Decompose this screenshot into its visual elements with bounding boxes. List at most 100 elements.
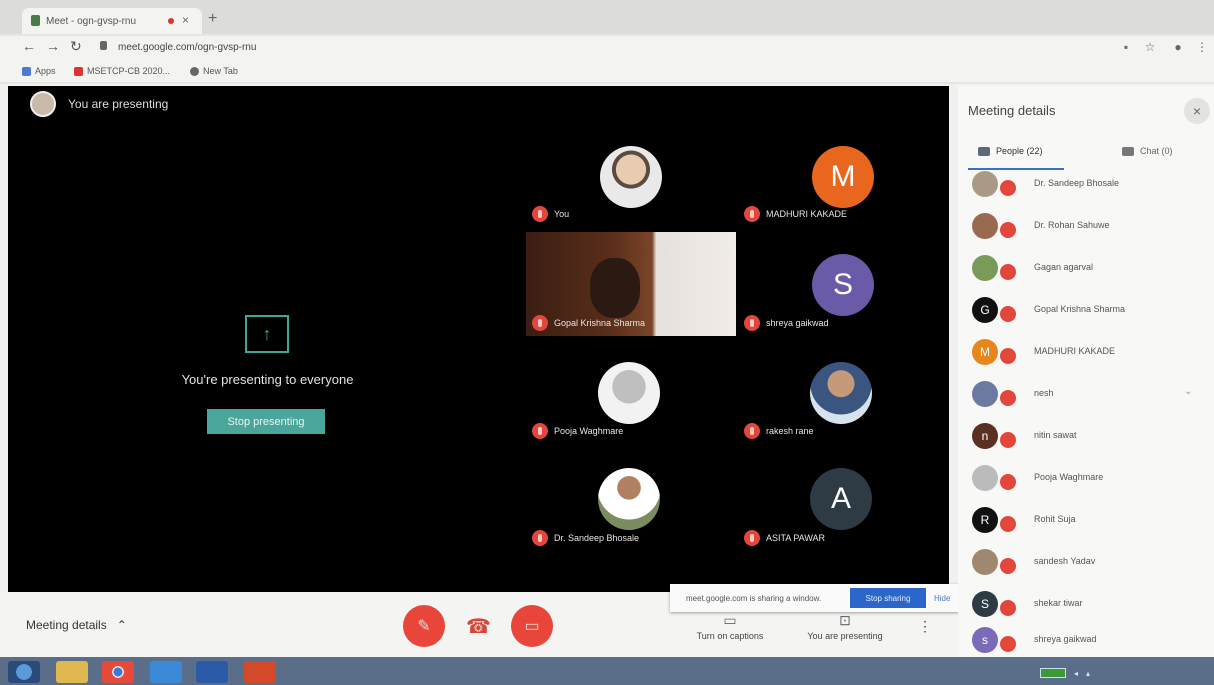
- captions-button[interactable]: ▭ Turn on captions: [680, 612, 780, 641]
- meeting-details-toggle[interactable]: Meeting details ⌃: [26, 618, 127, 632]
- list-item[interactable]: n nitin sawat: [972, 420, 1202, 454]
- participant-name: You: [554, 209, 570, 219]
- word-icon[interactable]: [196, 661, 228, 683]
- tab-chat[interactable]: Chat (0): [1122, 146, 1173, 156]
- bookmark-icon: [74, 66, 83, 76]
- hide-link[interactable]: Hide: [934, 594, 950, 603]
- back-icon[interactable]: ←: [22, 38, 36, 54]
- close-icon[interactable]: ×: [1184, 98, 1210, 124]
- presenting-message: You're presenting to everyone: [181, 372, 354, 387]
- list-item[interactable]: sandesh Yadav: [972, 546, 1202, 580]
- mic-off-icon: [1000, 306, 1016, 322]
- participant-tile-label: rakesh rane: [744, 423, 814, 439]
- mic-off-icon: [1000, 516, 1016, 532]
- mic-off-icon: [744, 206, 760, 222]
- participant-avatar: S: [812, 254, 874, 316]
- system-tray[interactable]: ◂ ▴: [1040, 664, 1210, 682]
- more-options-icon[interactable]: ⋮: [918, 618, 932, 635]
- bookmark-new-tab[interactable]: New Tab: [190, 66, 238, 76]
- list-item[interactable]: Gagan agarval: [972, 252, 1202, 286]
- video-person: [590, 258, 640, 318]
- browser-tab[interactable]: Meet - ogn-gvsp-rnu ×: [22, 8, 202, 34]
- stop-sharing-button[interactable]: Stop sharing: [850, 588, 926, 608]
- participant-tile-label: shreya gaikwad: [744, 315, 829, 331]
- sharing-message: meet.google.com is sharing a window.: [686, 594, 822, 603]
- list-item[interactable]: s shreya gaikwad: [972, 624, 1202, 658]
- close-tab-icon[interactable]: ×: [182, 13, 189, 27]
- mic-off-icon: [1000, 264, 1016, 280]
- mic-off-icon: [1000, 222, 1016, 238]
- person-name: Gagan agarval: [1034, 262, 1094, 272]
- list-item[interactable]: G Gopal Krishna Sharma: [972, 294, 1202, 328]
- start-icon[interactable]: [8, 661, 40, 683]
- profile-icon[interactable]: ●: [1172, 40, 1184, 54]
- participant-tile-label: ASITA PAWAR: [744, 530, 825, 546]
- camera-icon[interactable]: ▪: [1120, 40, 1132, 54]
- list-item[interactable]: S shekar tiwar: [972, 588, 1202, 622]
- participant-tile-label: Gopal Krishna Sharma: [532, 315, 645, 331]
- participant-tile-label: You: [532, 206, 569, 222]
- participant-tile-label: MADHURI KAKADE: [744, 206, 847, 222]
- person-name: nitin sawat: [1034, 430, 1077, 440]
- globe-icon: [190, 66, 199, 76]
- powerpoint-icon[interactable]: [244, 661, 276, 683]
- presenting-button-label: You are presenting: [807, 631, 883, 641]
- avatar-letter: M: [830, 160, 856, 193]
- forward-icon[interactable]: →: [46, 38, 60, 54]
- mic-off-icon: [744, 423, 760, 439]
- mic-off-icon: [532, 315, 548, 331]
- mic-off-icon: [1000, 348, 1016, 364]
- camera-toggle-button[interactable]: ▭: [511, 605, 553, 647]
- apps-icon: [22, 66, 31, 76]
- battery-icon: [1040, 668, 1066, 678]
- avatar-letter: A: [830, 482, 851, 515]
- menu-icon[interactable]: ⋮: [1196, 40, 1208, 54]
- participant-avatar: A: [810, 468, 872, 530]
- avatar-letter: S: [832, 268, 853, 301]
- avatar: [972, 213, 998, 239]
- list-item[interactable]: R Rohit Suja: [972, 504, 1202, 538]
- person-name: nesh: [1034, 388, 1054, 398]
- chrome-icon[interactable]: [102, 661, 134, 683]
- mic-off-icon: [744, 315, 760, 331]
- avatar: R: [972, 507, 998, 533]
- mic-off-icon: ✎: [417, 618, 431, 635]
- list-item[interactable]: nesh ⌄: [972, 378, 1202, 412]
- mic-off-icon: [1000, 390, 1016, 406]
- stop-presenting-button[interactable]: Stop presenting: [207, 409, 325, 434]
- panel-title: Meeting details: [968, 103, 1056, 118]
- recording-indicator-icon: [168, 18, 174, 24]
- reload-icon[interactable]: ↻: [70, 38, 82, 55]
- list-item[interactable]: M MADHURI KAKADE: [972, 336, 1202, 370]
- new-tab-icon[interactable]: +: [208, 10, 217, 28]
- participant-name: shreya gaikwad: [766, 318, 829, 328]
- edge-icon[interactable]: [150, 661, 182, 683]
- end-call-icon[interactable]: ☎: [466, 614, 491, 639]
- star-icon[interactable]: ☆: [1144, 40, 1156, 54]
- avatar: S: [972, 591, 998, 617]
- avatar: [972, 549, 998, 575]
- mic-off-icon: [532, 206, 548, 222]
- chevron-down-icon[interactable]: ⌄: [1184, 386, 1192, 397]
- list-item[interactable]: Dr. Sandeep Bhosale: [972, 168, 1202, 202]
- participant-avatar: [598, 468, 660, 530]
- mic-off-icon: [1000, 474, 1016, 490]
- mic-off-icon: [744, 530, 760, 546]
- presenting-button[interactable]: ⊡ You are presenting: [800, 612, 890, 641]
- camera-off-icon: ▭: [524, 618, 540, 635]
- file-explorer-icon[interactable]: [56, 661, 88, 683]
- address-bar[interactable]: meet.google.com/ogn-gvsp-rnu: [100, 39, 1100, 57]
- window-controls[interactable]: [1128, 6, 1208, 22]
- volume-icon: ◂: [1074, 668, 1079, 678]
- avatar: [972, 465, 998, 491]
- tab-people[interactable]: People (22): [978, 146, 1043, 156]
- list-item[interactable]: Dr. Rohan Sahuwe: [972, 210, 1202, 244]
- list-item[interactable]: Pooja Waghmare: [972, 462, 1202, 496]
- bookmark-msetcp[interactable]: MSETCP-CB 2020...: [74, 66, 170, 76]
- mic-toggle-button[interactable]: ✎: [403, 605, 445, 647]
- mic-off-icon: [1000, 600, 1016, 616]
- avatar: n: [972, 423, 998, 449]
- person-name: Dr. Sandeep Bhosale: [1034, 178, 1120, 188]
- meet-favicon-icon: [31, 15, 40, 26]
- bookmark-apps[interactable]: Apps: [22, 66, 56, 76]
